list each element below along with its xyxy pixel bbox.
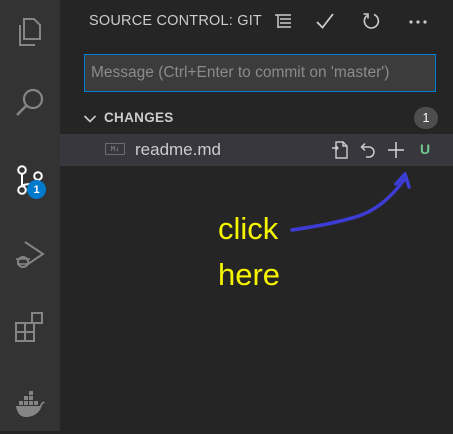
annotation-line-2: here: [218, 257, 281, 292]
annotation-line-1: click: [218, 211, 279, 246]
annotation-text: click here: [218, 206, 280, 298]
